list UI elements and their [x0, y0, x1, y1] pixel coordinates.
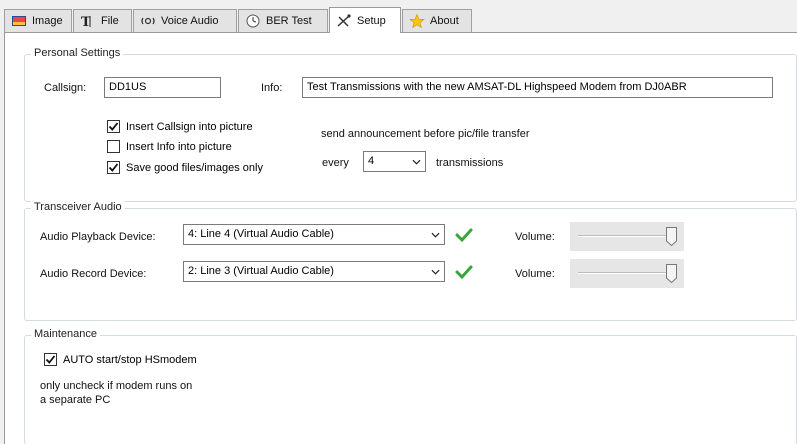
record-volume-slider[interactable] — [570, 259, 684, 288]
personal-settings-title: Personal Settings — [31, 47, 124, 59]
tab-file-label: File — [101, 15, 119, 27]
image-icon — [11, 14, 27, 28]
transmissions-label: transmissions — [436, 157, 504, 169]
insert-info-checkbox[interactable]: Insert Info into picture — [107, 140, 232, 153]
transceiver-audio-group: Transceiver Audio Audio Playback Device:… — [24, 201, 797, 321]
setup-panel: Personal Settings Callsign: DD1US Info: … — [4, 32, 797, 444]
tab-ber-test[interactable]: BER Test — [238, 9, 328, 32]
file-icon: T — [80, 14, 96, 28]
playback-device-label: Audio Playback Device: — [40, 231, 156, 243]
playback-volume-slider[interactable] — [570, 222, 684, 251]
insert-info-checkbox-label: Insert Info into picture — [126, 140, 232, 153]
playback-device-value: 4: Line 4 (Virtual Audio Cable) — [188, 228, 334, 240]
playback-device-select[interactable]: 4: Line 4 (Virtual Audio Cable) — [183, 224, 445, 245]
record-device-value: 2: Line 3 (Virtual Audio Cable) — [188, 265, 334, 277]
voice-audio-icon — [140, 14, 156, 28]
personal-settings-group: Personal Settings Callsign: DD1US Info: … — [24, 47, 797, 202]
callsign-input[interactable]: DD1US — [104, 77, 221, 98]
tab-image[interactable]: Image — [4, 9, 72, 32]
info-label: Info: — [261, 82, 283, 94]
announcement-label: send announcement before pic/file transf… — [321, 128, 530, 140]
insert-callsign-checkbox-label: Insert Callsign into picture — [126, 120, 253, 133]
every-select[interactable]: 4 — [363, 151, 426, 172]
insert-callsign-checkbox[interactable]: Insert Callsign into picture — [107, 120, 253, 133]
setup-icon — [336, 13, 352, 28]
tab-voice-audio-label: Voice Audio — [161, 15, 219, 27]
record-volume-thumb[interactable] — [665, 264, 677, 283]
callsign-label: Callsign: — [44, 82, 87, 94]
info-input[interactable]: Test Transmissions with the new AMSAT-DL… — [302, 77, 773, 98]
auto-start-stop-checkbox[interactable]: AUTO start/stop HSmodem — [44, 353, 197, 366]
transceiver-audio-title: Transceiver Audio — [31, 201, 125, 213]
save-good-files-checkbox-box[interactable] — [107, 161, 120, 174]
tab-setup-label: Setup — [357, 14, 386, 27]
maintenance-note-line1: only uncheck if modem runs on — [40, 380, 193, 392]
chevron-down-icon[interactable] — [429, 265, 441, 278]
record-device-label: Audio Record Device: — [40, 268, 147, 280]
maintenance-title: Maintenance — [31, 328, 100, 340]
every-select-value: 4 — [368, 155, 375, 167]
maintenance-note-line2: a separate PC — [40, 394, 111, 406]
playback-volume-thumb[interactable] — [665, 227, 677, 246]
record-volume-label: Volume: — [515, 268, 555, 280]
insert-callsign-checkbox-box[interactable] — [107, 120, 120, 133]
playback-volume-label: Volume: — [515, 231, 555, 243]
chevron-down-icon[interactable] — [429, 228, 441, 241]
playback-volume-track — [578, 235, 676, 237]
insert-info-checkbox-box[interactable] — [107, 140, 120, 153]
maintenance-group: Maintenance AUTO start/stop HSmodem only… — [24, 328, 797, 444]
tab-image-label: Image — [32, 15, 63, 27]
tab-strip: Image T File Voice Audio BER Test Setup … — [0, 0, 797, 33]
playback-ok-check-icon — [455, 228, 473, 243]
tab-about[interactable]: About — [402, 9, 472, 32]
ber-test-icon — [245, 14, 261, 28]
record-device-select[interactable]: 2: Line 3 (Virtual Audio Cable) — [183, 261, 445, 282]
every-label: every — [322, 157, 349, 169]
star-icon — [409, 14, 425, 28]
record-volume-track — [578, 272, 676, 274]
tab-file[interactable]: T File — [73, 9, 132, 32]
save-good-files-checkbox[interactable]: Save good files/images only — [107, 161, 263, 174]
auto-start-stop-checkbox-label: AUTO start/stop HSmodem — [63, 353, 197, 366]
tab-about-label: About — [430, 15, 459, 27]
record-ok-check-icon — [455, 265, 473, 280]
chevron-down-icon[interactable] — [410, 155, 422, 168]
tab-setup[interactable]: Setup — [329, 7, 401, 33]
save-good-files-checkbox-label: Save good files/images only — [126, 161, 263, 174]
auto-start-stop-checkbox-box[interactable] — [44, 353, 57, 366]
tab-ber-test-label: BER Test — [266, 15, 312, 27]
tab-voice-audio[interactable]: Voice Audio — [133, 9, 237, 32]
